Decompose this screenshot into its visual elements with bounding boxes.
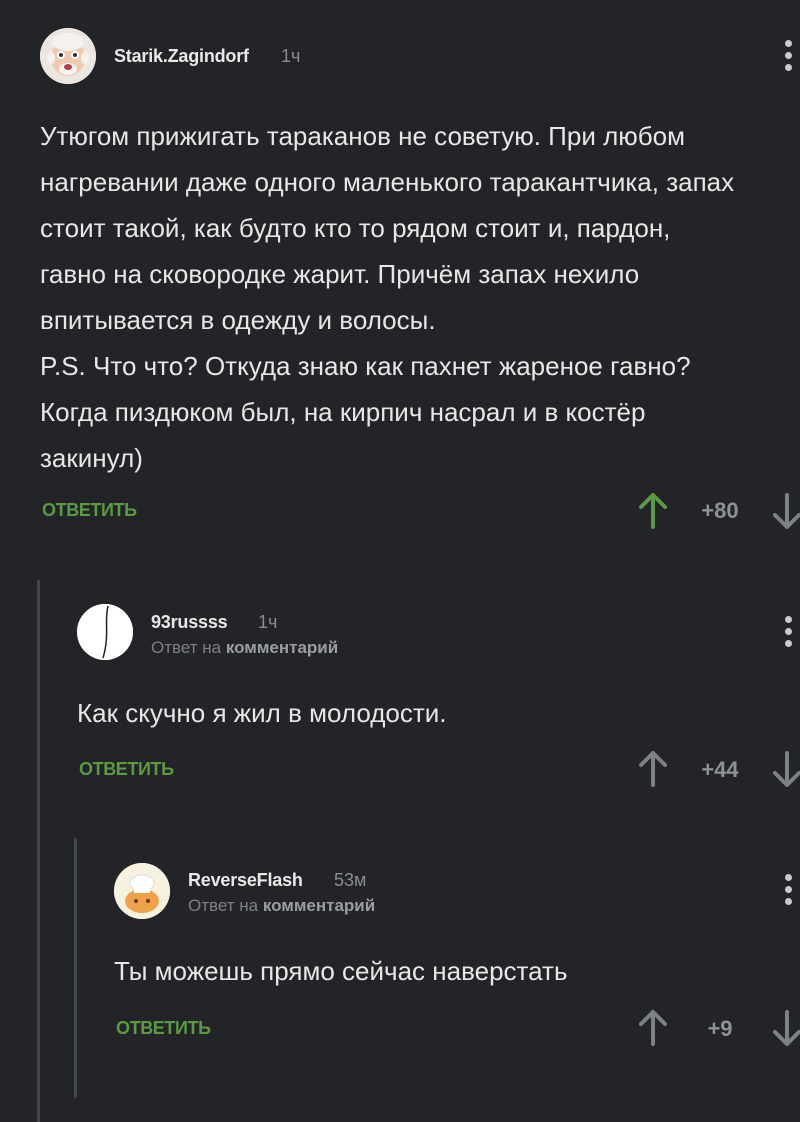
- downvote-arrow-icon[interactable]: [770, 1008, 800, 1048]
- reply-button[interactable]: ОТВЕТИТЬ: [79, 759, 174, 780]
- reply-to-link[interactable]: комментарий: [263, 896, 375, 915]
- reply-to-link[interactable]: комментарий: [226, 638, 338, 657]
- avatar-image: [114, 863, 170, 919]
- reply-button[interactable]: ОТВЕТИТЬ: [116, 1018, 211, 1039]
- upvote-arrow-icon[interactable]: [636, 491, 670, 531]
- avatar[interactable]: [77, 604, 133, 660]
- avatar[interactable]: [114, 863, 170, 919]
- comment-text: Как скучно я жил в молодости.: [77, 698, 447, 728]
- avatar[interactable]: [40, 28, 96, 84]
- more-options-icon[interactable]: [782, 616, 794, 652]
- upvote-arrow-icon[interactable]: [636, 1008, 670, 1048]
- downvote-arrow-icon[interactable]: [770, 749, 800, 789]
- thread-line-level-2: [74, 838, 77, 1098]
- avatar-image: [40, 28, 96, 84]
- author-name[interactable]: Starik.Zagindorf: [114, 46, 249, 67]
- rating-value: +9: [707, 1016, 733, 1041]
- comment-text: Утюгом прижигать тараканов не советую. П…: [40, 121, 735, 473]
- rating-value: +80: [701, 498, 739, 523]
- avatar-image: [77, 604, 133, 660]
- rating-value: +44: [701, 757, 739, 782]
- author-name[interactable]: 93russss: [151, 612, 228, 633]
- comment-time: 1ч: [258, 612, 278, 632]
- comment-text: Ты можешь прямо сейчас наверстать: [114, 956, 568, 986]
- upvote-arrow-icon[interactable]: [636, 749, 670, 789]
- reply-to-label: Ответ на комментарий: [188, 896, 376, 915]
- reply-button[interactable]: ОТВЕТИТЬ: [42, 500, 137, 521]
- reply-to-label: Ответ на комментарий: [151, 638, 339, 657]
- author-name[interactable]: ReverseFlash: [188, 870, 303, 891]
- more-options-icon[interactable]: [782, 874, 794, 910]
- more-options-icon[interactable]: [782, 40, 794, 76]
- comment-time: 1ч: [281, 46, 301, 66]
- downvote-arrow-icon[interactable]: [770, 491, 800, 531]
- thread-line-level-1: [37, 580, 40, 1122]
- comment-time: 53м: [334, 870, 367, 890]
